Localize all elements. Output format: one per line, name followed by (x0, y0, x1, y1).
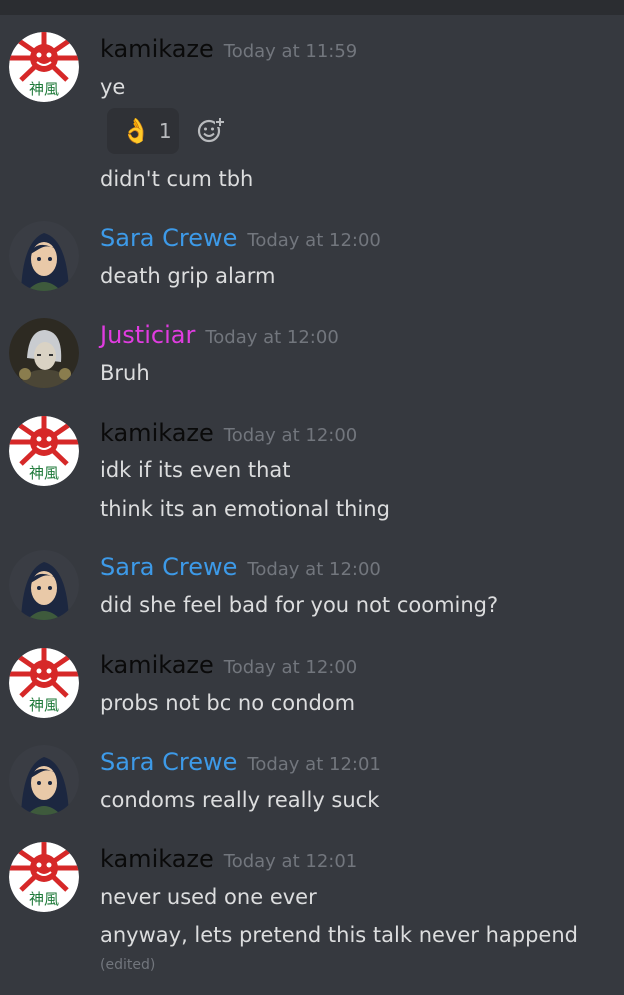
username[interactable]: kamikaze (100, 845, 214, 873)
username[interactable]: Sara Crewe (100, 553, 237, 581)
message-text: condoms really really suck (100, 788, 380, 812)
timestamp: Today at 12:00 (205, 327, 339, 348)
message-header: kamikaze Today at 12:00 (100, 648, 357, 682)
message-text: think its an emotional thing (100, 497, 390, 521)
message-header: Sara Crewe Today at 12:00 (100, 221, 381, 255)
reaction-button[interactable]: 👌 1 (107, 108, 179, 154)
username[interactable]: Sara Crewe (100, 748, 237, 776)
username[interactable]: Sara Crewe (100, 224, 237, 252)
avatar[interactable] (9, 648, 79, 718)
timestamp: Today at 12:00 (223, 657, 358, 678)
username[interactable]: kamikaze (100, 35, 214, 63)
message-text: never used one ever (100, 885, 317, 909)
username[interactable]: kamikaze (100, 651, 214, 679)
message-text: probs not bc no condom (100, 691, 356, 715)
message-text: Bruh (100, 361, 150, 385)
username[interactable]: kamikaze (100, 419, 214, 447)
avatar[interactable] (9, 32, 79, 102)
avatar[interactable] (9, 842, 79, 912)
message-header: kamikaze Today at 12:00 (100, 416, 357, 450)
edited-label: (edited) (100, 957, 156, 973)
avatar[interactable] (9, 416, 79, 486)
timestamp: Today at 12:00 (223, 425, 358, 446)
avatar[interactable] (9, 318, 79, 388)
ok-hand-emoji: 👌 (121, 117, 151, 145)
username[interactable]: Justiciar (100, 321, 195, 349)
timestamp: Today at 12:01 (247, 754, 381, 775)
reaction-count: 1 (158, 119, 172, 143)
timestamp: Today at 11:59 (223, 41, 358, 62)
message-header: kamikaze Today at 12:01 (100, 842, 357, 876)
message-header: Sara Crewe Today at 12:01 (100, 745, 381, 779)
message-text: death grip alarm (100, 264, 276, 288)
message-text: ye (100, 75, 126, 99)
avatar[interactable] (9, 745, 79, 815)
message-header: Sara Crewe Today at 12:00 (100, 550, 381, 584)
message-text: anyway, lets pretend this talk never hap… (100, 923, 578, 947)
add-reaction-icon[interactable] (197, 116, 227, 146)
avatar[interactable] (9, 221, 79, 291)
message-text: idk if its even that (100, 458, 291, 482)
timestamp: Today at 12:00 (247, 559, 381, 580)
message-text: did she feel bad for you not cooming? (100, 593, 499, 617)
message-text: didn't cum tbh (100, 167, 254, 191)
timestamp: Today at 12:01 (223, 851, 358, 872)
timestamp: Today at 12:00 (247, 230, 381, 251)
message-header: kamikaze Today at 11:59 (100, 32, 357, 66)
message-header: Justiciar Today at 12:00 (100, 318, 339, 352)
avatar[interactable] (9, 550, 79, 620)
top-bar (0, 0, 624, 15)
